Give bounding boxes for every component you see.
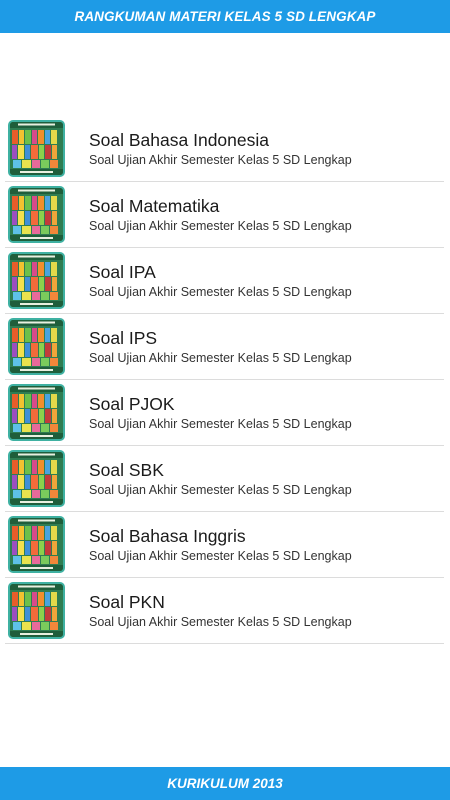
item-subtitle: Soal Ujian Akhir Semester Kelas 5 SD Len… — [89, 417, 352, 431]
app-title: RANGKUMAN MATERI KELAS 5 SD LENGKAP — [74, 9, 376, 24]
list-item[interactable]: Soal PKN Soal Ujian Akhir Semester Kelas… — [5, 578, 444, 644]
book-cover-thumbnail-icon — [8, 516, 65, 573]
item-subtitle: Soal Ujian Akhir Semester Kelas 5 SD Len… — [89, 615, 352, 629]
item-title: Soal SBK — [89, 460, 164, 480]
app-title-bar: RANGKUMAN MATERI KELAS 5 SD LENGKAP — [0, 0, 450, 33]
item-title: Soal PJOK — [89, 394, 175, 414]
list-item[interactable]: Soal IPA Soal Ujian Akhir Semester Kelas… — [5, 248, 444, 314]
subject-list: Soal Bahasa Indonesia Soal Ujian Akhir S… — [0, 116, 450, 644]
item-subtitle: Soal Ujian Akhir Semester Kelas 5 SD Len… — [89, 219, 352, 233]
book-cover-thumbnail-icon — [8, 120, 65, 177]
list-item[interactable]: Soal IPS Soal Ujian Akhir Semester Kelas… — [5, 314, 444, 380]
item-title: Soal Bahasa Indonesia — [89, 130, 269, 150]
footer-bar: KURIKULUM 2013 — [0, 767, 450, 800]
item-subtitle: Soal Ujian Akhir Semester Kelas 5 SD Len… — [89, 351, 352, 365]
book-cover-thumbnail-icon — [8, 318, 65, 375]
footer-label: KURIKULUM 2013 — [167, 776, 283, 791]
item-title: Soal IPS — [89, 328, 158, 348]
list-item[interactable]: Soal Bahasa Inggris Soal Ujian Akhir Sem… — [5, 512, 444, 578]
book-cover-thumbnail-icon — [8, 252, 65, 309]
item-title: Soal IPA — [89, 262, 156, 282]
item-title: Soal Matematika — [89, 196, 220, 216]
list-item[interactable]: Soal Bahasa Indonesia Soal Ujian Akhir S… — [5, 116, 444, 182]
item-subtitle: Soal Ujian Akhir Semester Kelas 5 SD Len… — [89, 483, 352, 497]
book-cover-thumbnail-icon — [8, 384, 65, 441]
list-item[interactable]: Soal Matematika Soal Ujian Akhir Semeste… — [5, 182, 444, 248]
item-subtitle: Soal Ujian Akhir Semester Kelas 5 SD Len… — [89, 549, 352, 563]
book-cover-thumbnail-icon — [8, 186, 65, 243]
book-cover-thumbnail-icon — [8, 450, 65, 507]
item-title: Soal Bahasa Inggris — [89, 526, 246, 546]
item-subtitle: Soal Ujian Akhir Semester Kelas 5 SD Len… — [89, 285, 352, 299]
book-cover-thumbnail-icon — [8, 582, 65, 639]
list-item[interactable]: Soal PJOK Soal Ujian Akhir Semester Kela… — [5, 380, 444, 446]
item-title: Soal PKN — [89, 592, 165, 612]
item-subtitle: Soal Ujian Akhir Semester Kelas 5 SD Len… — [89, 153, 352, 167]
list-item[interactable]: Soal SBK Soal Ujian Akhir Semester Kelas… — [5, 446, 444, 512]
